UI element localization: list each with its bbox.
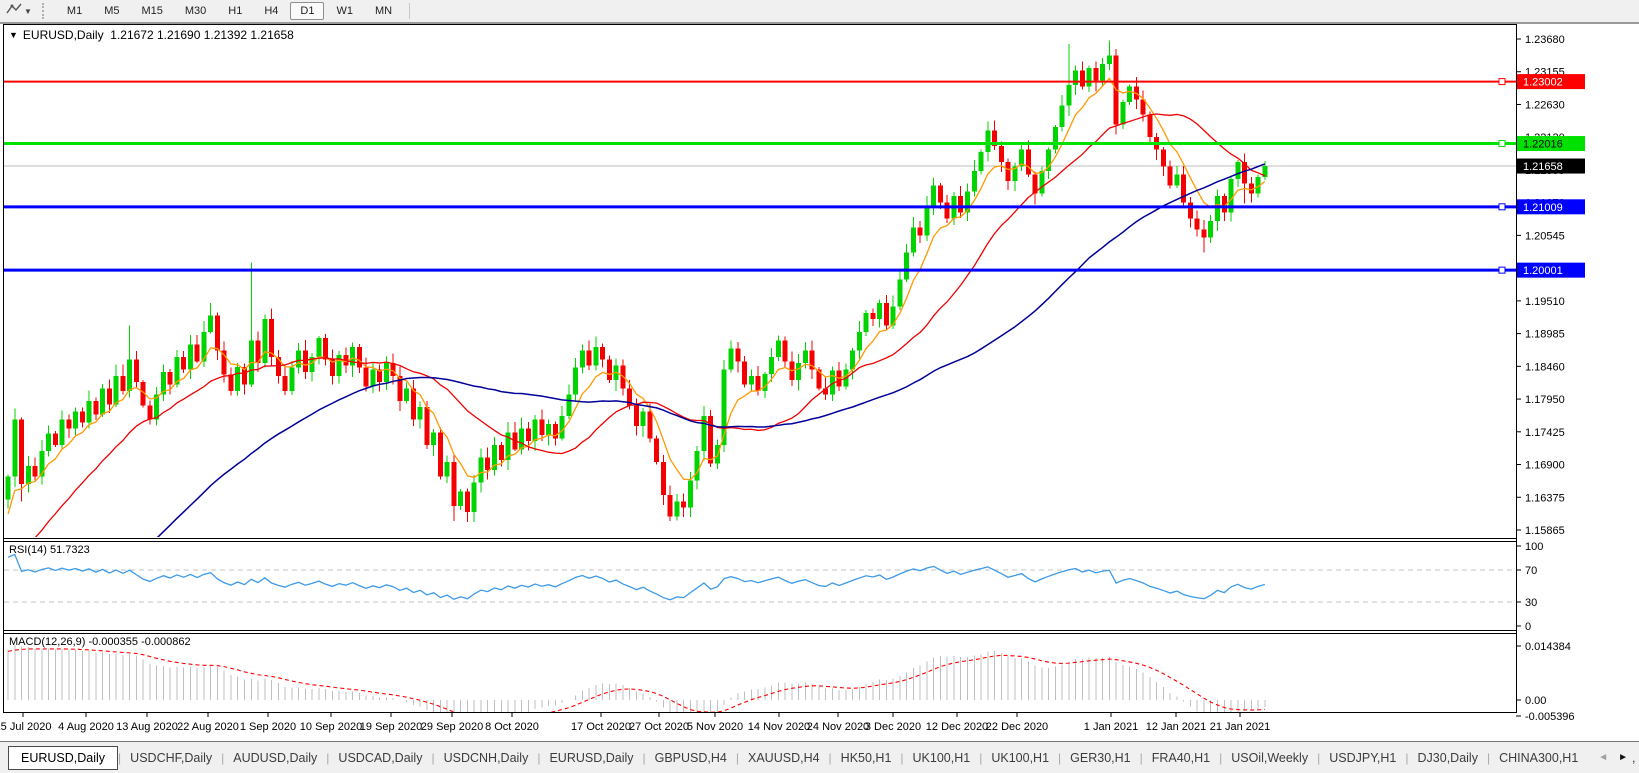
svg-text:-0.005396: -0.005396 <box>1525 711 1575 723</box>
line-tool-button[interactable]: ▼ <box>2 1 36 22</box>
svg-text:1.16375: 1.16375 <box>1525 492 1565 504</box>
scroll-left-icon[interactable]: ◄ <box>1593 750 1613 765</box>
svg-text:5 Nov 2020: 5 Nov 2020 <box>687 721 743 733</box>
svg-text:1 Sep 2020: 1 Sep 2020 <box>240 721 296 733</box>
chart-tab-usdchf-daily[interactable]: USDCHF,Daily <box>121 747 221 769</box>
svg-text:25 Jul 2020: 25 Jul 2020 <box>0 721 51 733</box>
timeframe-toolbar: ▼ M1M5M15M30H1H4D1W1MN <box>0 0 1639 24</box>
chart-tab-uk100-h1[interactable]: UK100,H1 <box>982 747 1058 769</box>
trading-platform-window: ▼ M1M5M15M30H1H4D1W1MN 1.236801.231551.2… <box>0 0 1639 773</box>
timeframe-button-d1[interactable]: D1 <box>290 2 324 20</box>
svg-text:1.21658: 1.21658 <box>1523 161 1563 173</box>
svg-text:1.23002: 1.23002 <box>1523 77 1563 89</box>
svg-text:1.21009: 1.21009 <box>1523 202 1563 214</box>
chart-symbol-label: EURUSD,Daily <box>23 28 104 42</box>
svg-text:3 Dec 2020: 3 Dec 2020 <box>865 721 921 733</box>
timeframe-button-m15[interactable]: M15 <box>131 2 172 20</box>
svg-text:100: 100 <box>1525 541 1543 553</box>
svg-text:4 Aug 2020: 4 Aug 2020 <box>58 721 114 733</box>
svg-text:12 Jan 2021: 12 Jan 2021 <box>1146 721 1207 733</box>
svg-text:1.19510: 1.19510 <box>1525 296 1565 308</box>
chart-tabs: EURUSD,Daily|USDCHF,Daily|AUDUSD,Daily|U… <box>0 746 1639 770</box>
timeframe-buttons: M1M5M15M30H1H4D1W1MN <box>56 2 403 20</box>
timeframe-button-m1[interactable]: M1 <box>57 2 92 20</box>
chart-tab-eurusd-daily[interactable]: EURUSD,Daily <box>540 747 642 769</box>
collapse-icon[interactable]: ▼ <box>9 30 18 40</box>
svg-text:70: 70 <box>1525 565 1537 577</box>
chart-ohlc-quotes: 1.21672 1.21690 1.21392 1.21658 <box>110 28 294 42</box>
timeframe-button-w1[interactable]: W1 <box>326 2 363 20</box>
svg-text:1 Jan 2021: 1 Jan 2021 <box>1084 721 1138 733</box>
chart-tab-china300-h1[interactable]: CHINA300,H1 <box>1490 747 1587 769</box>
chart-tab-eurusd-daily[interactable]: EURUSD,Daily <box>8 746 118 770</box>
chart-canvas[interactable]: 1.236801.231551.226301.221201.215951.210… <box>0 0 1639 773</box>
svg-text:12 Dec 2020: 12 Dec 2020 <box>926 721 988 733</box>
svg-text:8 Oct 2020: 8 Oct 2020 <box>485 721 539 733</box>
svg-text:1.17425: 1.17425 <box>1525 427 1565 439</box>
timeframe-button-h4[interactable]: H4 <box>254 2 288 20</box>
svg-text:1.20001: 1.20001 <box>1523 265 1563 277</box>
svg-text:1.20545: 1.20545 <box>1525 230 1565 242</box>
svg-text:1.22016: 1.22016 <box>1523 139 1563 151</box>
svg-text:21 Jan 2021: 21 Jan 2021 <box>1210 721 1271 733</box>
chart-tab-ger30-h1[interactable]: GER30,H1 <box>1061 747 1139 769</box>
chart-tab-xauusd-h4[interactable]: XAUUSD,H4 <box>739 747 829 769</box>
svg-text:1.17950: 1.17950 <box>1525 394 1565 406</box>
svg-text:1.22630: 1.22630 <box>1525 99 1565 111</box>
chart-tab-gbpusd-h4[interactable]: GBPUSD,H4 <box>646 747 736 769</box>
chart-tab-usdjpy-h1[interactable]: USDJPY,H1 <box>1320 747 1405 769</box>
macd-indicator-label: MACD(12,26,9) -0.000355 -0.000862 <box>9 636 191 648</box>
toolbar-separator <box>409 3 410 19</box>
chart-tab-usoil-weekly[interactable]: USOil,Weekly <box>1222 747 1317 769</box>
svg-text:24 Nov 2020: 24 Nov 2020 <box>807 721 869 733</box>
rsi-indicator-label: RSI(14) 51.7323 <box>9 544 90 556</box>
svg-text:1.23680: 1.23680 <box>1525 34 1565 46</box>
svg-text:0.014384: 0.014384 <box>1525 641 1571 653</box>
chart-tab-usdcnh-daily[interactable]: USDCNH,Daily <box>435 747 538 769</box>
svg-text:1.15865: 1.15865 <box>1525 525 1565 537</box>
svg-text:29 Sep 2020: 29 Sep 2020 <box>421 721 483 733</box>
timeframe-button-h1[interactable]: H1 <box>218 2 252 20</box>
chart-tab-uk100-h1[interactable]: UK100,H1 <box>904 747 980 769</box>
chevron-down-icon: ▼ <box>24 7 32 16</box>
svg-text:0.00: 0.00 <box>1525 695 1546 707</box>
chart-tab-dj30-daily[interactable]: DJ30,Daily <box>1409 747 1487 769</box>
timeframe-button-m5[interactable]: M5 <box>94 2 129 20</box>
chart-tab-audusd-daily[interactable]: AUDUSD,Daily <box>224 747 326 769</box>
svg-text:17 Oct 2020: 17 Oct 2020 <box>571 721 631 733</box>
scroll-right-icon[interactable]: ► <box>1613 750 1633 765</box>
chart-tab-usdcad-daily[interactable]: USDCAD,Daily <box>329 747 431 769</box>
svg-text:13 Aug 2020: 13 Aug 2020 <box>116 721 178 733</box>
svg-text:30: 30 <box>1525 597 1537 609</box>
svg-text:19 Sep 2020: 19 Sep 2020 <box>360 721 422 733</box>
chart-tab-fra40-h1[interactable]: FRA40,H1 <box>1143 747 1219 769</box>
line-tool-icon <box>6 2 22 21</box>
svg-text:22 Dec 2020: 22 Dec 2020 <box>986 721 1048 733</box>
svg-text:10 Sep 2020: 10 Sep 2020 <box>300 721 362 733</box>
svg-text:1.18985: 1.18985 <box>1525 329 1565 341</box>
toolbar-grip <box>42 3 48 19</box>
svg-text:14 Nov 2020: 14 Nov 2020 <box>748 721 810 733</box>
svg-text:0: 0 <box>1525 621 1531 633</box>
timeframe-button-m30[interactable]: M30 <box>175 2 216 20</box>
svg-text:27 Oct 2020: 27 Oct 2020 <box>629 721 689 733</box>
chart-tab-bar: EURUSD,Daily|USDCHF,Daily|AUDUSD,Daily|U… <box>0 741 1639 773</box>
timeframe-button-mn[interactable]: MN <box>365 2 402 20</box>
svg-text:1.16900: 1.16900 <box>1525 460 1565 472</box>
tab-scroll-arrows: ◄ ► <box>1587 742 1633 773</box>
svg-text:1.18460: 1.18460 <box>1525 361 1565 373</box>
svg-text:22 Aug 2020: 22 Aug 2020 <box>177 721 239 733</box>
chart-tab-hk50-h1[interactable]: HK50,H1 <box>832 747 901 769</box>
chart-title: ▼ EURUSD,Daily 1.21672 1.21690 1.21392 1.… <box>9 28 294 42</box>
